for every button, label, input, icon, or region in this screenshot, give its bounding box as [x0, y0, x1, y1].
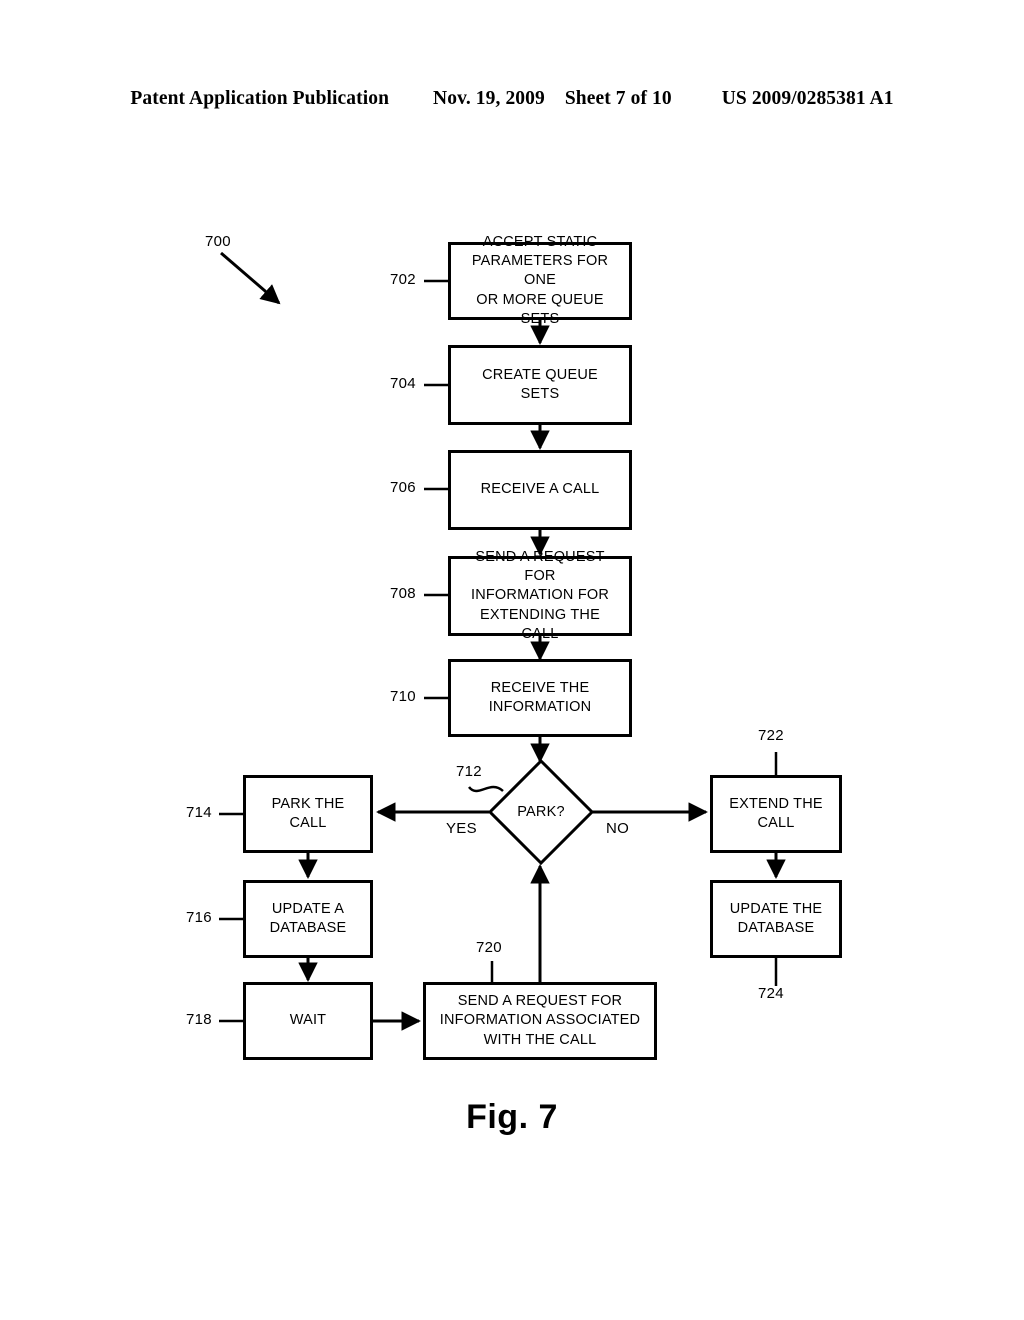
node-720-line1: SEND A REQUEST FOR [457, 993, 623, 1010]
node-722-line1: EXTEND THE [729, 795, 823, 812]
node-720[interactable]: SEND A REQUEST FOR INFORMATION ASSOCIATE… [423, 982, 657, 1060]
node-714-line1: PARK THE [271, 795, 345, 812]
node-724-line2: DATABASE [737, 920, 815, 936]
edge-label-no: NO [606, 820, 630, 837]
node-704-line1: CREATE QUEUE SETS [482, 366, 598, 402]
leader-712 [468, 785, 504, 793]
ref-718: 718 [186, 1011, 212, 1028]
ref-702: 702 [390, 271, 416, 288]
node-714[interactable]: PARK THE CALL [243, 775, 373, 853]
node-716-line2: DATABASE [269, 920, 347, 936]
ref-700-arrow [220, 251, 281, 305]
node-710[interactable]: RECEIVE THE INFORMATION [448, 659, 632, 737]
ref-720: 720 [476, 939, 502, 956]
node-708-line1: SEND A REQUEST FOR [475, 549, 605, 585]
node-708[interactable]: SEND A REQUEST FOR INFORMATION FOR EXTEN… [448, 549, 632, 642]
node-708-line3: EXTENDING THE CALL [480, 606, 600, 642]
ref-704: 704 [390, 375, 416, 392]
node-702[interactable]: ACCEPT STATIC PARAMETERS FOR ONE OR MORE… [448, 234, 632, 327]
node-708-line2: INFORMATION FOR [470, 587, 610, 604]
node-706[interactable]: RECEIVE A CALL [448, 450, 632, 530]
edge-label-yes: YES [446, 820, 477, 837]
ref-710: 710 [390, 688, 416, 705]
node-724[interactable]: UPDATE THE DATABASE [710, 880, 842, 958]
ref-708: 708 [390, 585, 416, 602]
ref-716: 716 [186, 909, 212, 926]
node-704[interactable]: CREATE QUEUE SETS [448, 345, 632, 425]
ref-706: 706 [390, 479, 416, 496]
node-720-line2: INFORMATION ASSOCIATED [439, 1012, 641, 1029]
node-724-line1: UPDATE THE [729, 900, 823, 917]
node-702-line2: PARAMETERS FOR ONE [471, 253, 609, 289]
node-706-line1: RECEIVE A CALL [480, 481, 600, 498]
node-722[interactable]: EXTEND THE CALL [710, 775, 842, 853]
node-716[interactable]: UPDATE A DATABASE [243, 880, 373, 958]
node-710-line2: INFORMATION [488, 699, 592, 715]
node-716-line1: UPDATE A [271, 900, 345, 917]
ref-714: 714 [186, 804, 212, 821]
ref-712: 712 [456, 763, 482, 780]
node-718-line1: WAIT [289, 1012, 327, 1029]
node-718[interactable]: WAIT [243, 982, 373, 1060]
ref-724: 724 [758, 985, 784, 1002]
node-712-label: PARK? [517, 804, 565, 820]
node-702-line1: ACCEPT STATIC [482, 234, 598, 251]
ref-722: 722 [758, 727, 784, 744]
node-710-line1: RECEIVE THE [490, 679, 590, 696]
node-722-line2: CALL [757, 815, 795, 831]
node-720-line3: WITH THE CALL [483, 1031, 597, 1048]
ref-700: 700 [205, 233, 231, 250]
figure-caption: Fig. 7 [466, 1098, 558, 1136]
node-714-line2: CALL [289, 815, 327, 831]
node-702-line3: OR MORE QUEUE SETS [476, 291, 604, 327]
